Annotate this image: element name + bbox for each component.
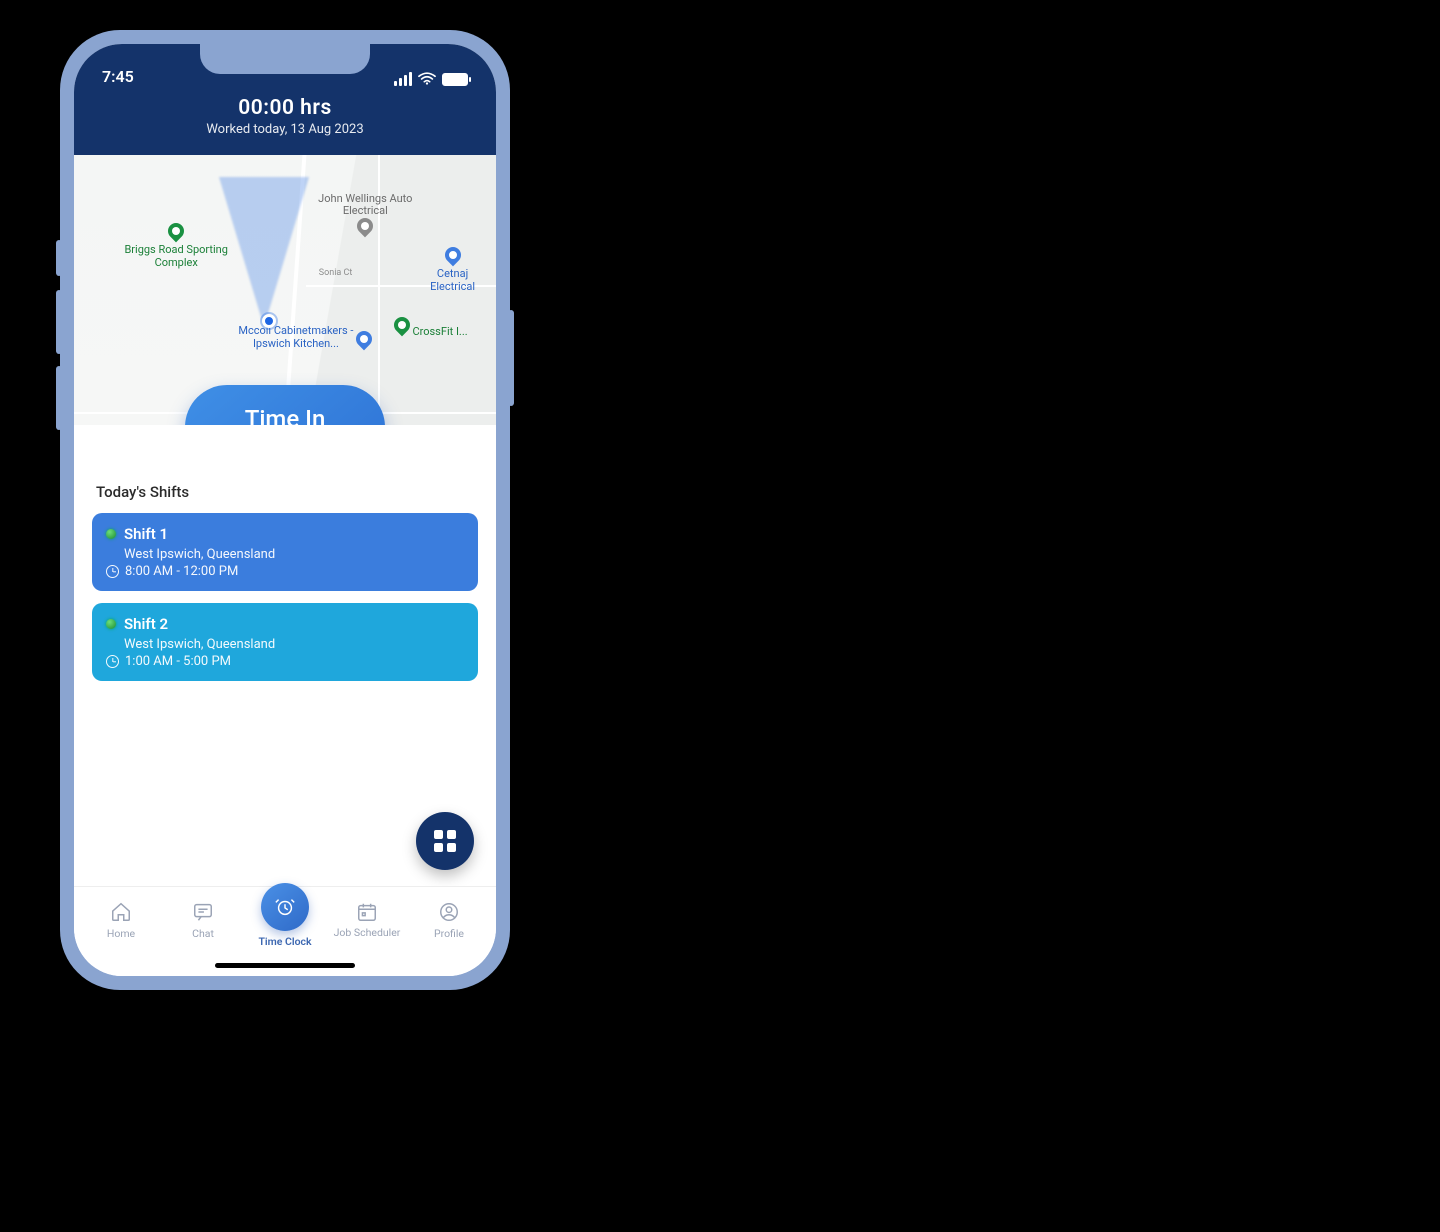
- bottom-nav: Home Chat Time Clock: [74, 886, 496, 976]
- todays-shifts-title: Today's Shifts: [96, 483, 474, 501]
- road-label-sonia: Sonia Ct: [319, 268, 353, 278]
- nav-home[interactable]: Home: [80, 895, 162, 940]
- phone-notch: [200, 44, 370, 74]
- clock-icon: [106, 565, 119, 578]
- time-in-label: Time In: [245, 405, 326, 426]
- hours-worked: 00:00 hrs: [74, 96, 496, 120]
- alarm-clock-icon: [274, 896, 296, 918]
- calendar-icon: [356, 901, 378, 923]
- nav-job-scheduler[interactable]: Job Scheduler: [326, 895, 408, 939]
- home-indicator[interactable]: [215, 963, 355, 968]
- shift-card[interactable]: Shift 2 West Ipswich, Queensland 1:00 AM…: [92, 603, 478, 681]
- battery-icon: [442, 73, 468, 86]
- time-in-button[interactable]: Time In Shift 1: [185, 385, 385, 425]
- shift-status-dot-icon: [106, 529, 116, 539]
- profile-icon: [438, 901, 460, 923]
- nav-profile[interactable]: Profile: [408, 895, 490, 940]
- map-pin-icon: [354, 215, 377, 238]
- nav-chat[interactable]: Chat: [162, 895, 244, 940]
- nav-time-clock[interactable]: Time Clock: [244, 895, 326, 948]
- worked-today-subtitle: Worked today, 13 Aug 2023: [74, 122, 496, 137]
- map-poi-cetnaj[interactable]: Cetnaj Electrical: [418, 247, 488, 294]
- shift-time-range: 8:00 AM - 12:00 PM: [125, 564, 238, 579]
- map-pin-icon: [390, 314, 413, 337]
- map-poi-wellings[interactable]: John Wellings Auto Electrical: [310, 193, 420, 240]
- map-poi-crossfit[interactable]: CrossFit I...: [391, 317, 471, 339]
- chat-icon: [192, 901, 214, 923]
- phone-frame: 7:45 00:00 hrs Worked today, 13 Aug 2023…: [60, 30, 510, 990]
- wifi-icon: [418, 72, 436, 86]
- map-pin-icon: [165, 219, 188, 242]
- map-poi-mccoll[interactable]: Mccoll Cabinetmakers - Ipswich Kitchen..…: [226, 325, 366, 350]
- shift-card[interactable]: Shift 1 West Ipswich, Queensland 8:00 AM…: [92, 513, 478, 591]
- shift-name: Shift 2: [124, 615, 168, 633]
- clock-icon: [106, 655, 119, 668]
- shift-name: Shift 1: [124, 525, 168, 543]
- current-location-dot: [262, 314, 276, 328]
- worked-today-header: 00:00 hrs Worked today, 13 Aug 2023: [74, 90, 496, 155]
- apps-grid-icon: [434, 830, 456, 852]
- shift-time-range: 1:00 AM - 5:00 PM: [125, 654, 231, 669]
- map[interactable]: Sonia Ct Briggs Road Sporting Complex Jo…: [74, 155, 496, 425]
- shift-status-dot-icon: [106, 619, 116, 629]
- location-heading-beam: [219, 177, 309, 327]
- home-icon: [110, 901, 132, 923]
- status-time: 7:45: [102, 67, 134, 86]
- map-pin-icon: [441, 243, 464, 266]
- shift-location: West Ipswich, Queensland: [124, 637, 464, 652]
- apps-fab-button[interactable]: [416, 812, 474, 870]
- cellular-icon: [394, 72, 412, 86]
- shift-location: West Ipswich, Queensland: [124, 547, 464, 562]
